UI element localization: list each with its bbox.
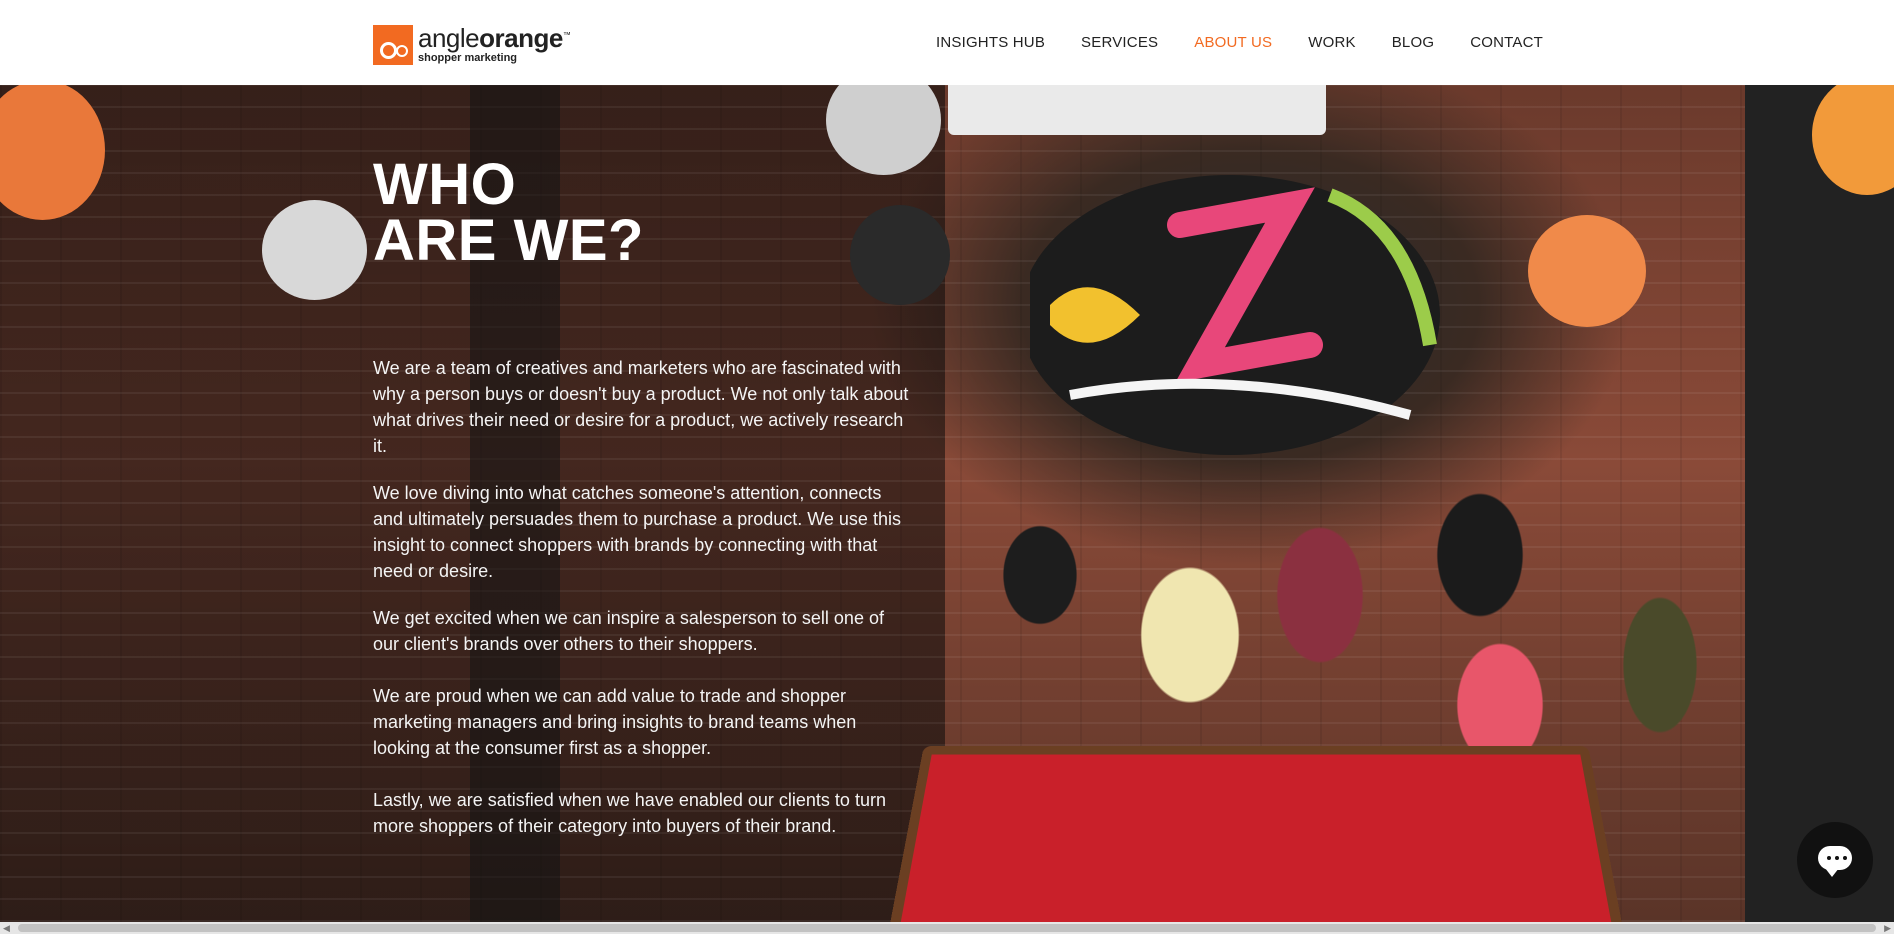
page-title: WHO ARE WE? [373,157,913,269]
about-paragraph: We are proud when we can add value to tr… [373,683,913,761]
nav-contact[interactable]: CONTACT [1470,34,1543,51]
title-line-2: ARE WE? [373,208,644,273]
logo-text: angleorange™ shopper marketing [418,25,570,64]
white-lantern [262,200,367,300]
dark-wall-panel [1745,85,1894,922]
chat-bubble-icon [1818,846,1852,870]
nav-insights-hub[interactable]: INSIGHTS HUB [936,34,1045,51]
scrollbar-thumb[interactable] [18,924,1876,932]
angle-orange-logo-icon [373,25,413,65]
main-nav: INSIGHTS HUB SERVICES ABOUT US WORK BLOG… [936,34,1543,51]
logo-word-light: angle [418,23,479,53]
nav-services[interactable]: SERVICES [1081,34,1158,51]
nav-blog[interactable]: BLOG [1392,34,1434,51]
nav-work[interactable]: WORK [1308,34,1355,51]
about-paragraph: We are a team of creatives and marketers… [373,355,913,459]
air-conditioner [948,85,1326,135]
logo-word-bold: orange [479,23,563,53]
logo-trademark: ™ [563,30,571,39]
scroll-right-arrow-icon[interactable]: ▶ [1884,923,1891,934]
nav-about-us[interactable]: ABOUT US [1194,34,1272,51]
about-paragraph: We get excited when we can inspire a sal… [373,605,913,657]
about-paragraph: Lastly, we are satisfied when we have en… [373,787,913,839]
team-photo-hero [0,85,1894,922]
site-logo[interactable]: angleorange™ shopper marketing [373,25,570,65]
pool-table [884,746,1628,922]
scroll-left-arrow-icon[interactable]: ◀ [3,923,10,934]
orange-lantern [1528,215,1646,327]
about-copy: WHO ARE WE? We are a team of creatives a… [373,157,913,839]
horizontal-scrollbar[interactable]: ◀ ▶ [0,922,1894,934]
about-paragraph: We love diving into what catches someone… [373,480,913,584]
chat-widget-button[interactable] [1797,822,1873,898]
site-header: angleorange™ shopper marketing INSIGHTS … [0,0,1894,85]
logo-tagline: shopper marketing [418,53,570,64]
